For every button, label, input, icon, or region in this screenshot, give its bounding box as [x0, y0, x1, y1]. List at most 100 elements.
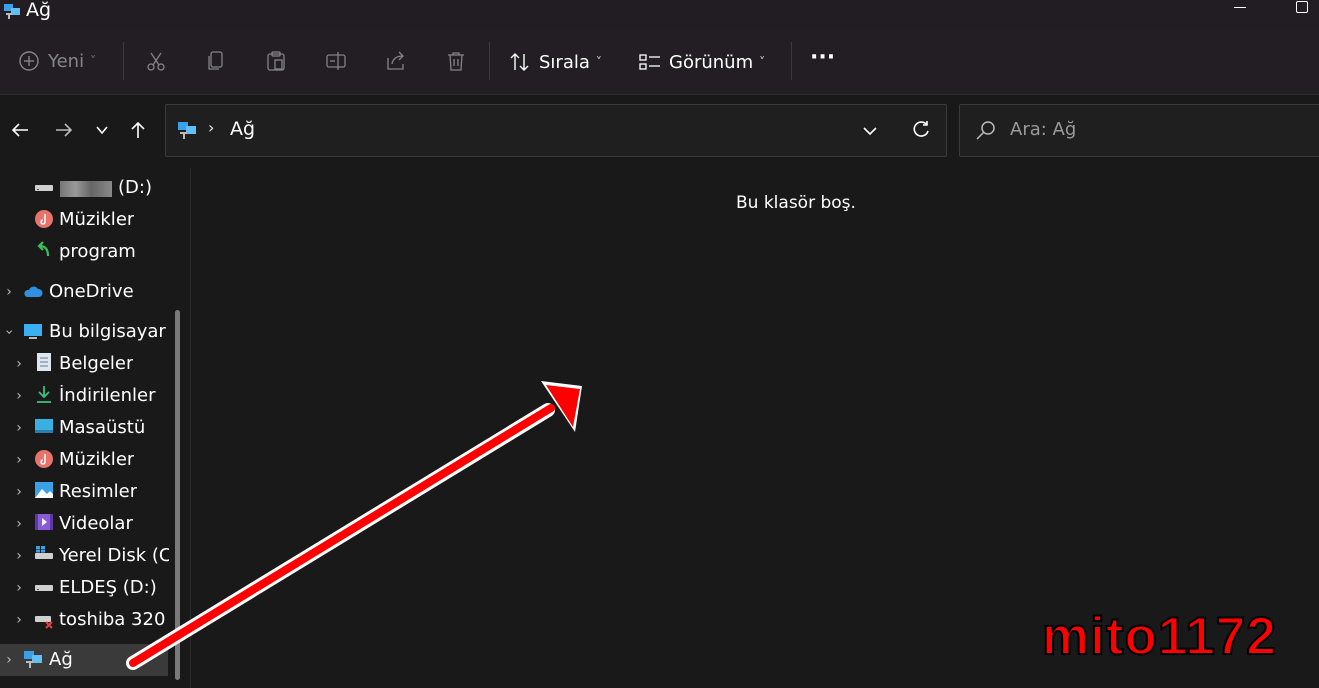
sidebar-item-label: Belgeler	[59, 353, 134, 374]
documents-icon	[37, 353, 51, 371]
delete-button[interactable]	[445, 50, 467, 72]
cloud-icon	[24, 286, 43, 297]
sidebar-item-videos[interactable]: › Videolar	[0, 508, 172, 540]
breadcrumb-separator[interactable]: ›	[208, 118, 214, 137]
sidebar-item-label: Müzikler	[59, 449, 135, 470]
drive-icon	[35, 585, 53, 591]
rename-button[interactable]	[325, 50, 347, 72]
search-box[interactable]: Ara: Ağ	[959, 104, 1319, 157]
forward-button[interactable]	[52, 118, 76, 142]
sidebar-item-desktop[interactable]: › Masaüstü	[0, 412, 172, 444]
videos-icon	[35, 514, 53, 530]
chevron-right-icon[interactable]: ›	[12, 484, 26, 500]
plus-circle-icon	[19, 51, 39, 71]
address-bar[interactable]: › Ağ	[165, 104, 947, 157]
sidebar-item-onedrive[interactable]: › OneDrive	[0, 276, 172, 308]
chevron-right-icon[interactable]: ›	[12, 516, 26, 532]
arrow-right-icon	[56, 123, 73, 137]
sidebar-item-label: İndirilenler	[59, 385, 156, 406]
chevron-right-icon[interactable]: ›	[2, 652, 16, 668]
sidebar-item-program[interactable]: program	[0, 236, 172, 268]
search-input[interactable]: Ara: Ağ	[1010, 119, 1076, 140]
arrow-left-icon	[11, 123, 28, 137]
sidebar-item-label: program	[59, 241, 136, 262]
network-icon	[178, 122, 196, 139]
window-title: Ağ	[26, 0, 52, 21]
empty-folder-message: Bu klasör boş.	[736, 193, 856, 213]
sidebar-item-network[interactable]: › Ağ	[0, 644, 168, 676]
music-icon	[35, 450, 53, 468]
new-label: Yeni	[48, 50, 85, 72]
breadcrumb-ag[interactable]: Ağ	[230, 118, 255, 140]
chevron-right-icon[interactable]: ›	[12, 420, 26, 436]
system-drive-icon	[35, 546, 53, 559]
chevron-down-icon: ˅	[759, 55, 766, 69]
sidebar-item-documents[interactable]: › Belgeler	[0, 348, 172, 380]
sort-icon	[510, 53, 529, 71]
copy-button[interactable]	[205, 50, 227, 72]
navigation-pane: (D:) Müzikler program › OneDrive › Bu bi…	[0, 168, 190, 688]
sidebar-item-this-pc[interactable]: › Bu bilgisayar	[0, 316, 172, 348]
arrow-up-icon	[131, 121, 145, 138]
sidebar-item-label: Masaüstü	[59, 417, 146, 438]
sidebar-item-label: Müzikler	[59, 209, 135, 230]
rename-icon	[326, 52, 346, 70]
sidebar-item-downloads[interactable]: › İndirilenler	[0, 380, 172, 412]
sidebar-item-label: Resimler	[59, 481, 138, 502]
up-button[interactable]	[126, 118, 150, 142]
sidebar-scrollbar[interactable]	[175, 310, 180, 680]
shortcut-icon	[37, 241, 50, 257]
navigation-bar: › Ağ Ara: Ağ	[0, 96, 1319, 168]
sidebar-item-pictures[interactable]: › Resimler	[0, 476, 172, 508]
chevron-down-icon[interactable]: ›	[1, 325, 17, 339]
sidebar-item-d-drive[interactable]: (D:)	[0, 172, 172, 204]
search-icon	[976, 121, 995, 140]
sidebar-item-label: Yerel Disk (C:	[59, 545, 169, 566]
sidebar-item-label: toshiba 320	[59, 609, 166, 630]
view-list-icon	[639, 54, 660, 70]
share-icon	[387, 51, 404, 70]
paste-button[interactable]	[265, 50, 287, 72]
trash-icon	[448, 52, 464, 71]
chevron-right-icon[interactable]: ›	[12, 356, 26, 372]
sidebar-item-music[interactable]: Müzikler	[0, 204, 172, 236]
chevron-right-icon[interactable]: ›	[12, 612, 26, 628]
more-options-button[interactable]: ···	[810, 45, 835, 70]
recent-locations-button[interactable]	[90, 118, 114, 142]
sort-label: Sırala	[539, 51, 590, 73]
toolbar-separator	[123, 42, 124, 80]
sidebar-item-label: Videolar	[59, 513, 133, 534]
chevron-right-icon[interactable]: ›	[12, 452, 26, 468]
cut-button[interactable]	[145, 50, 167, 72]
sidebar-item-music-2[interactable]: › Müzikler	[0, 444, 172, 476]
chevron-right-icon[interactable]: ›	[12, 388, 26, 404]
copy-icon	[208, 51, 223, 70]
chevron-down-icon	[96, 126, 108, 135]
network-icon	[4, 4, 20, 19]
back-button[interactable]	[8, 118, 32, 142]
disconnected-drive-icon	[35, 616, 53, 629]
new-button[interactable]: Yeni ˅	[18, 50, 96, 72]
refresh-icon[interactable]	[909, 118, 933, 142]
view-label: Görünüm	[669, 51, 754, 73]
minimize-button[interactable]	[1234, 7, 1246, 8]
chevron-right-icon[interactable]: ›	[2, 284, 16, 300]
view-button[interactable]: Görünüm ˅	[639, 51, 765, 73]
blurred-drive-name	[60, 181, 112, 197]
sidebar-item-toshiba[interactable]: › toshiba 320	[0, 604, 172, 636]
sort-button[interactable]: Sırala ˅	[509, 51, 602, 73]
chevron-down-icon[interactable]	[858, 119, 882, 143]
network-icon	[24, 651, 42, 668]
sidebar-item-label: OneDrive	[49, 281, 134, 302]
toolbar-separator	[489, 42, 490, 80]
command-bar: Yeni ˅ Sırala ˅ Görünüm ˅ ···	[0, 30, 1319, 95]
music-icon	[35, 210, 53, 228]
chevron-right-icon[interactable]: ›	[12, 580, 26, 596]
chevron-right-icon[interactable]: ›	[12, 548, 26, 564]
share-button[interactable]	[385, 50, 407, 72]
sidebar-item-eldes-drive[interactable]: › ELDEŞ (D:)	[0, 572, 172, 604]
sidebar-item-c-drive[interactable]: › Yerel Disk (C:	[0, 540, 172, 572]
maximize-button[interactable]	[1296, 1, 1308, 13]
drive-icon	[35, 185, 53, 191]
download-icon	[37, 386, 51, 403]
